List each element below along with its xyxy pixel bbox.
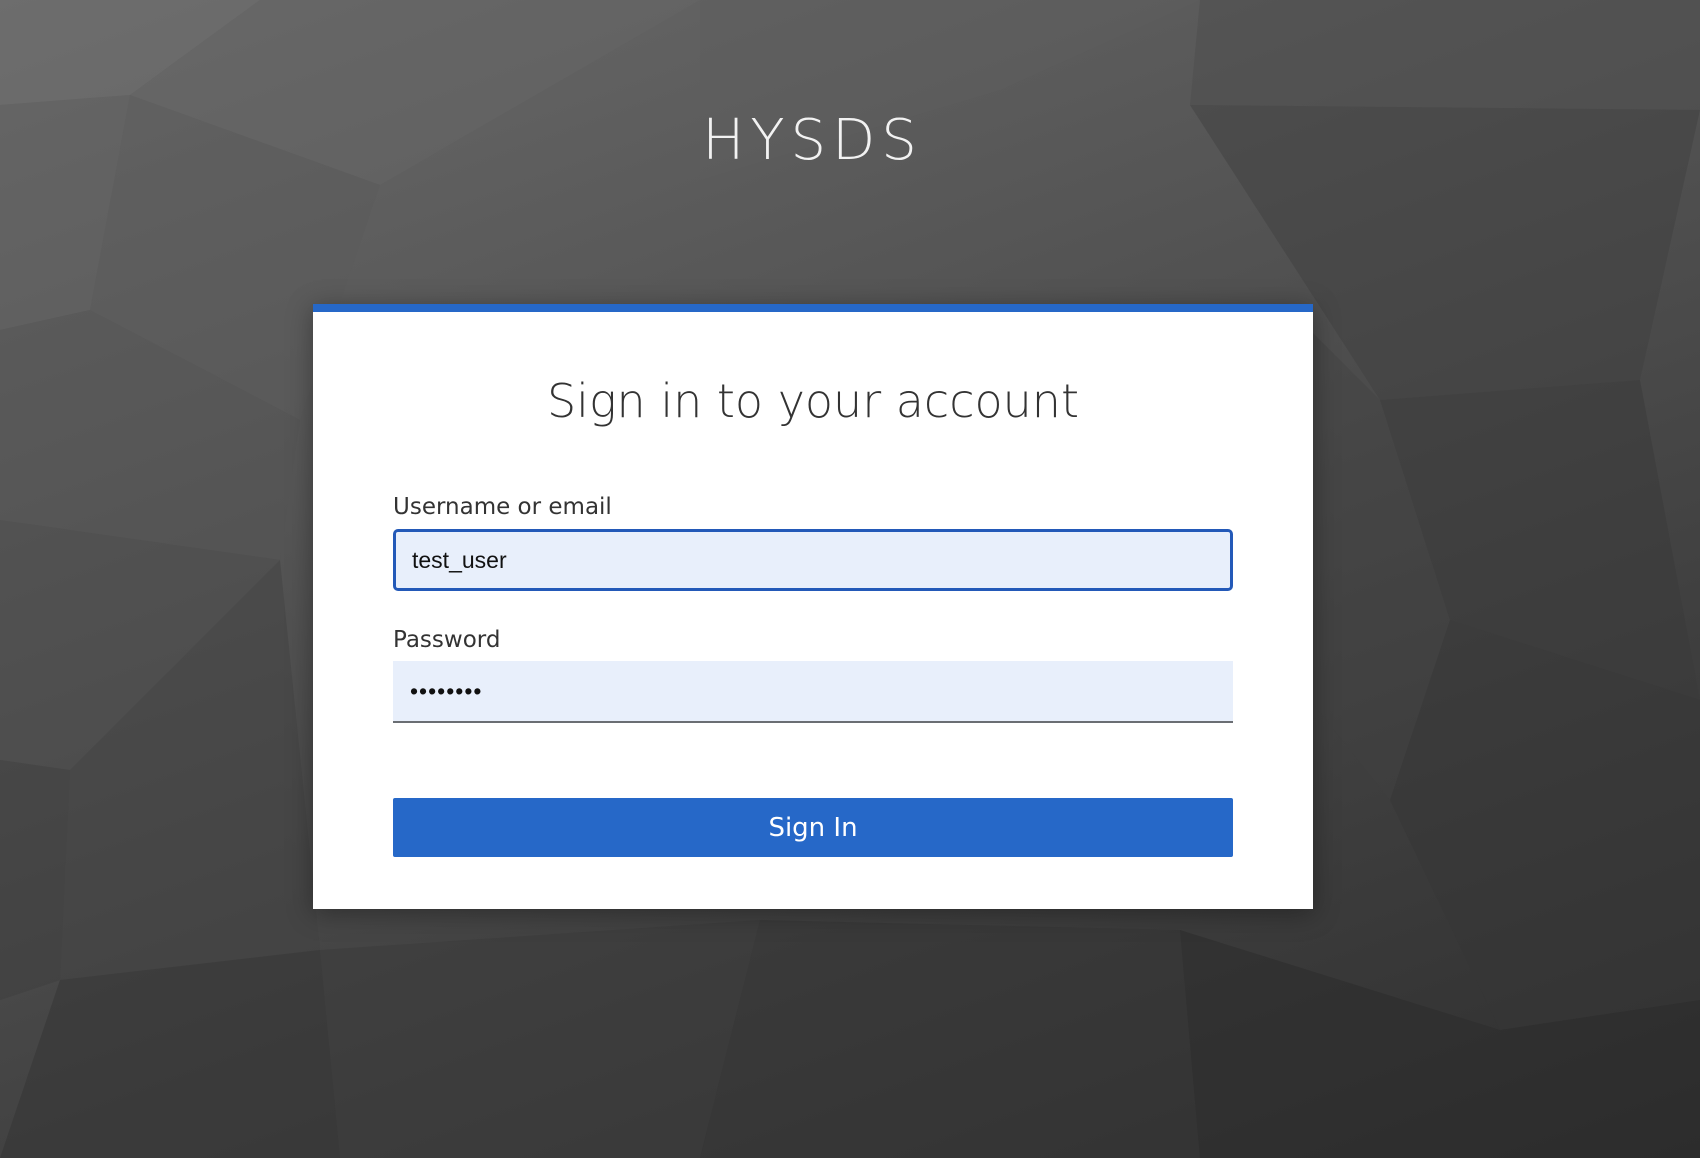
password-input[interactable]: [393, 661, 1233, 723]
username-label: Username or email: [393, 494, 612, 520]
app-title: HYSDS: [702, 108, 923, 173]
password-label: Password: [393, 627, 501, 653]
sign-in-button[interactable]: Sign In: [393, 798, 1233, 857]
page-title: Sign in to your account: [546, 374, 1080, 428]
login-card: Sign in to your account Username or emai…: [313, 304, 1313, 909]
username-input[interactable]: [393, 529, 1233, 591]
app-header: HYSDS: [0, 108, 1625, 173]
